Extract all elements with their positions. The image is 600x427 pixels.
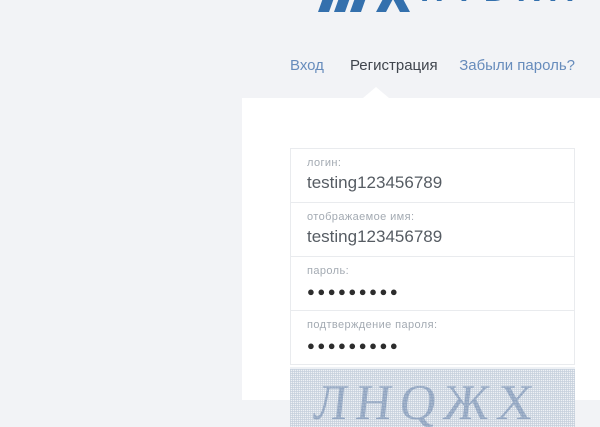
logo-wordmark: HYDRA [420, 0, 582, 12]
registration-panel: логин: отображаемое имя: пароль: подтвер… [242, 98, 600, 400]
display-name-field-group: отображаемое имя: [290, 202, 575, 257]
site-logo: HYDRA [318, 0, 582, 12]
auth-tabs: Вход Регистрация Забыли пароль? [290, 57, 575, 74]
captcha-image: ЛНQЖХ [290, 367, 575, 427]
captcha-glyphs: ЛНQЖХ [311, 374, 544, 427]
password-confirm-input[interactable] [307, 338, 558, 353]
registration-form: логин: отображаемое имя: пароль: подтвер… [290, 148, 575, 427]
tab-login[interactable]: Вход [290, 57, 324, 74]
display-name-label: отображаемое имя: [307, 211, 558, 223]
login-label: логин: [307, 157, 558, 169]
active-tab-arrow [363, 87, 389, 98]
password-confirm-label: подтверждение пароля: [307, 319, 558, 331]
tab-forgot-password[interactable]: Забыли пароль? [459, 57, 575, 74]
password-field-group: пароль: [290, 256, 575, 311]
password-input[interactable] [307, 284, 558, 299]
tab-registration-active[interactable]: Регистрация [350, 57, 438, 74]
password-label: пароль: [307, 265, 558, 277]
logo-mark-icon [318, 0, 410, 12]
login-field-group: логин: [290, 148, 575, 203]
display-name-input[interactable] [307, 227, 558, 247]
login-input[interactable] [307, 173, 558, 193]
password-confirm-field-group: подтверждение пароля: [290, 310, 575, 365]
